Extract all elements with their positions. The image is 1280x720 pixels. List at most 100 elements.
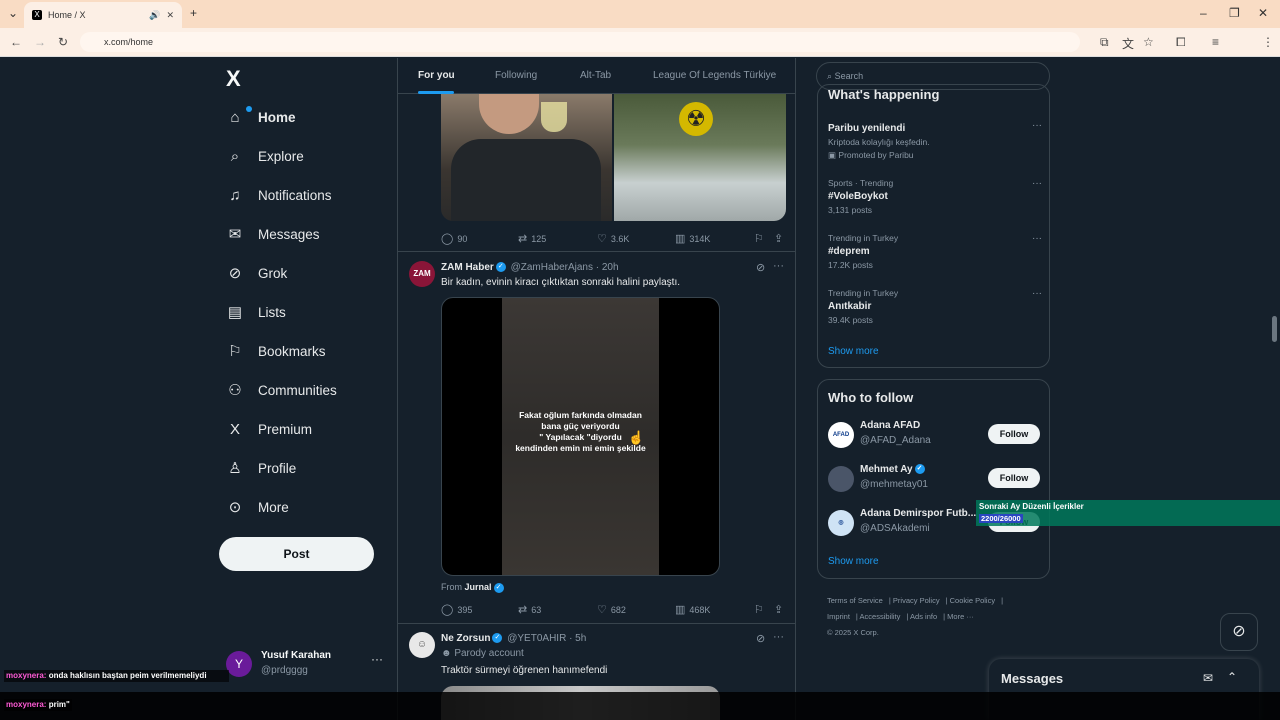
nav-notifications[interactable]: ♫ Notifications xyxy=(226,180,331,210)
nav-lists[interactable]: ▤ Lists xyxy=(226,297,286,327)
extensions-icon[interactable]: ⧠ xyxy=(1176,35,1186,50)
tab-league[interactable]: League Of Legends Türkiye xyxy=(653,70,776,81)
bookmark-button[interactable]: ⚐ xyxy=(754,232,768,245)
nav-more[interactable]: ⊙ More xyxy=(226,492,289,522)
nav-explore[interactable]: ⌕ Explore xyxy=(226,141,304,171)
nav-grok[interactable]: ⊘ Grok xyxy=(226,258,288,288)
nav-bookmarks[interactable]: ⚐ Bookmarks xyxy=(226,336,325,366)
footer-link[interactable]: More ··· xyxy=(947,612,974,621)
tweet-photo[interactable] xyxy=(441,94,612,221)
more-dots-icon[interactable]: ··· xyxy=(1032,178,1042,189)
reload-icon[interactable]: ↻ xyxy=(58,35,68,49)
more-dots-icon[interactable]: ··· xyxy=(773,260,784,272)
tweet-media-grid[interactable]: ☢ xyxy=(441,94,786,221)
tweet-photo[interactable]: ☢ xyxy=(614,94,786,221)
footer-link[interactable]: Terms of Service xyxy=(827,596,883,605)
grok-icon[interactable]: ⊘ xyxy=(756,632,765,645)
tab-alt-tab[interactable]: Alt-Tab xyxy=(580,70,611,81)
trend-item[interactable]: Trending in Turkey #deprem 17.2K posts ·… xyxy=(828,233,1042,270)
url-field[interactable]: x.com/home xyxy=(80,32,1080,52)
more-dots-icon[interactable]: ··· xyxy=(773,631,784,643)
more-dots-icon[interactable]: ··· xyxy=(1032,120,1042,131)
forward-icon[interactable]: → xyxy=(34,35,46,49)
tweet-time[interactable]: · 5h xyxy=(569,633,586,644)
grok-fab-icon[interactable]: ⊘ xyxy=(1220,613,1258,651)
more-dots-icon[interactable]: ··· xyxy=(1032,233,1042,244)
show-more-link[interactable]: Show more xyxy=(828,556,879,567)
follow-button[interactable]: Follow xyxy=(988,468,1040,488)
zam-avatar[interactable]: ZAM xyxy=(409,261,435,287)
new-tab-icon[interactable]: + xyxy=(190,6,197,20)
chat-message: moxynera: onda haklısın baştan peim veri… xyxy=(4,670,229,682)
share-button[interactable]: ⇪ xyxy=(774,232,787,245)
scrollbar-thumb[interactable] xyxy=(1272,316,1277,342)
more-dots-icon[interactable]: ··· xyxy=(1032,288,1042,299)
translate-icon[interactable]: 文 xyxy=(1122,35,1134,52)
close-tab-icon[interactable]: ✕ xyxy=(166,10,174,21)
tweet-text: Bir kadın, evinin kiracı çıktıktan sonra… xyxy=(441,277,680,288)
footer-link[interactable]: Imprint xyxy=(827,612,850,621)
show-more-link[interactable]: Show more xyxy=(828,346,879,357)
reply-button[interactable]: ◯ 90 xyxy=(441,232,467,245)
like-button[interactable]: ♡ 682 xyxy=(597,603,626,616)
tab-following[interactable]: Following xyxy=(495,70,537,81)
media-icon[interactable]: ≡ xyxy=(1212,35,1219,49)
grok-icon[interactable]: ⊘ xyxy=(756,261,765,274)
author-handle[interactable]: @ZamHaberAjans xyxy=(511,262,593,273)
footer-link[interactable]: Privacy Policy xyxy=(893,596,940,605)
nav-profile[interactable]: ♙ Profile xyxy=(226,453,296,483)
menu-icon[interactable]: ⋮ xyxy=(1262,35,1274,49)
bookmark-icon: ⚐ xyxy=(228,343,242,360)
reply-button[interactable]: ◯ 395 xyxy=(441,603,472,616)
suggestion-name: Mehmet Ay xyxy=(860,464,913,475)
nav-label: Lists xyxy=(258,304,286,320)
expand-icon[interactable]: ⌃ xyxy=(1227,670,1237,684)
trend-item[interactable]: Sports · Trending #VoleBoykot 3,131 post… xyxy=(828,178,1042,215)
account-switcher[interactable]: Y Yusuf Karahan @prdgggg ··· xyxy=(226,648,391,688)
like-button[interactable]: ♡ 3.6K xyxy=(597,232,629,245)
repost-button[interactable]: ⇄ 125 xyxy=(518,232,546,245)
author-name[interactable]: ZAM Haber xyxy=(441,262,494,273)
nav-label: Premium xyxy=(258,421,313,437)
views-button[interactable]: ▥ 468K xyxy=(675,603,710,616)
speaker-icon[interactable]: 🔊 xyxy=(149,10,160,21)
star-icon[interactable]: ☆ xyxy=(1143,35,1154,49)
footer-link[interactable]: Ads info xyxy=(910,612,937,621)
browser-tab[interactable]: X Home / X 🔊 ✕ xyxy=(24,2,182,28)
nav-messages[interactable]: ✉ Messages xyxy=(226,219,320,249)
follow-button[interactable]: Follow xyxy=(988,424,1040,444)
footer-link[interactable]: Cookie Policy xyxy=(950,596,995,605)
footer-row: Imprint | Accessibility | Ads info | More ·… xyxy=(827,612,974,621)
views-button[interactable]: ▥ 314K xyxy=(675,232,710,245)
nav-communities[interactable]: ⚇ Communities xyxy=(226,375,337,405)
back-icon[interactable]: ← xyxy=(10,35,22,49)
more-dots-icon[interactable]: ··· xyxy=(371,652,383,666)
x-logo-icon[interactable]: X xyxy=(226,66,241,92)
trend-item[interactable]: Paribu yenilendi Kriptoda kolaylığı keşf… xyxy=(828,120,1042,161)
author-handle[interactable]: @YET0AHIR xyxy=(507,633,566,644)
footer-link[interactable]: Accessibility xyxy=(860,612,901,621)
nav-premium[interactable]: X Premium xyxy=(226,414,312,444)
post-button[interactable]: Post xyxy=(219,537,374,571)
install-icon[interactable]: ⧉ xyxy=(1100,35,1109,50)
nezorsun-avatar[interactable]: ☺ xyxy=(409,632,435,658)
tweet-time[interactable]: · 20h xyxy=(596,262,619,273)
author-name[interactable]: Ne Zorsun xyxy=(441,633,490,644)
nav-home[interactable]: ⌂ Home xyxy=(226,102,296,132)
minimize-icon[interactable]: – xyxy=(1200,6,1207,20)
follow-suggestion[interactable]: AFAD Adana AFAD @AFAD_Adana Follow xyxy=(828,420,1042,450)
tab-list-icon[interactable]: ⌄ xyxy=(8,6,18,20)
promoted-text: Promoted by Paribu xyxy=(838,150,914,160)
share-button[interactable]: ⇪ xyxy=(774,603,787,616)
new-message-icon[interactable]: ✉ xyxy=(1203,671,1213,685)
repost-icon: ⇄ xyxy=(518,233,528,245)
trend-item[interactable]: Trending in Turkey Anıtkabir 39.4K posts… xyxy=(828,288,1042,325)
follow-suggestion[interactable]: Mehmet Ay ✓ @mehmetay01 Follow xyxy=(828,464,1042,494)
tab-for-you[interactable]: For you xyxy=(418,70,455,81)
bookmark-button[interactable]: ⚐ xyxy=(754,603,768,616)
from-source[interactable]: Jurnal xyxy=(465,582,492,592)
repost-button[interactable]: ⇄ 63 xyxy=(518,603,541,616)
tweet-video[interactable]: Fakat oğlum farkında olmadan bana güç ve… xyxy=(441,297,720,576)
restore-icon[interactable]: ❐ xyxy=(1229,6,1240,20)
close-window-icon[interactable]: ✕ xyxy=(1258,6,1268,20)
